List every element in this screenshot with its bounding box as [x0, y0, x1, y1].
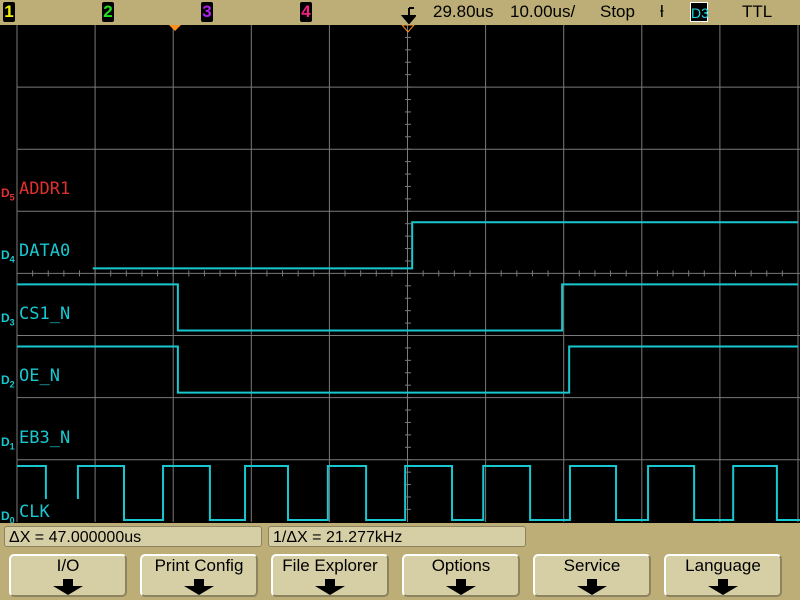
trigger-source: D3: [690, 2, 708, 22]
waveform-clk: [17, 466, 800, 520]
waveform-data0: [93, 222, 798, 268]
arrow-down-icon: [50, 579, 86, 595]
channel-d3-marker[interactable]: D3: [1, 311, 15, 327]
arrow-down-icon: [312, 579, 348, 595]
falling-edge-icon: ƚ: [660, 2, 664, 22]
softkey-label: Service: [564, 556, 621, 575]
softkey-label: Options: [432, 556, 491, 575]
channel-label: CLK: [19, 502, 50, 522]
softkey-options[interactable]: Options: [402, 554, 520, 597]
timebase-readout: 10.00us/: [510, 2, 575, 22]
trigger-position-icon: [400, 6, 416, 24]
softkey-i-o[interactable]: I/O: [9, 554, 127, 597]
softkey-label: Print Config: [155, 556, 244, 575]
delay-readout: 29.80us: [433, 2, 494, 22]
channel-d2-marker[interactable]: D2: [1, 373, 15, 389]
channel-4-indicator[interactable]: 4: [300, 2, 312, 22]
channel-d4-marker[interactable]: D4: [1, 248, 15, 264]
arrow-down-icon: [443, 579, 479, 595]
waveform-display: [0, 25, 800, 523]
arrow-down-icon: [574, 579, 610, 595]
channel-d1-marker[interactable]: D1: [1, 435, 15, 451]
channel-d5-marker[interactable]: D5: [1, 186, 15, 202]
softkey-label: File Explorer: [282, 556, 377, 575]
softkey-label: I/O: [57, 556, 80, 575]
channel-label: OE_N: [19, 366, 60, 386]
inverse-delta-x-readout: 1/ΔX = 21.277kHz: [268, 526, 526, 547]
channel-2-indicator[interactable]: 2: [102, 2, 114, 22]
status-bar: 1 2 3 4 29.80us 10.00us/ Stop ƚ D3 TTL: [0, 0, 800, 25]
channel-label: DATA0: [19, 241, 70, 261]
arrow-down-icon: [181, 579, 217, 595]
cursor-marker: [169, 25, 181, 31]
softkey-language[interactable]: Language: [664, 554, 782, 597]
softkey-file-explorer[interactable]: File Explorer: [271, 554, 389, 597]
channel-label: CS1_N: [19, 304, 70, 324]
threshold-readout: TTL: [742, 2, 772, 22]
softkey-panel: ΔX = 47.000000us 1/ΔX = 21.277kHz I/O Pri…: [0, 523, 800, 600]
channel-label: EB3_N: [19, 428, 70, 448]
channel-3-indicator[interactable]: 3: [201, 2, 213, 22]
run-state: Stop: [600, 2, 635, 22]
channel-label: ADDR1: [19, 179, 70, 199]
arrow-down-icon: [705, 579, 741, 595]
softkey-service[interactable]: Service: [533, 554, 651, 597]
softkey-label: Language: [685, 556, 761, 575]
channel-1-indicator[interactable]: 1: [3, 2, 15, 22]
softkey-print-config[interactable]: Print Config: [140, 554, 258, 597]
delta-x-readout: ΔX = 47.000000us: [4, 526, 262, 547]
